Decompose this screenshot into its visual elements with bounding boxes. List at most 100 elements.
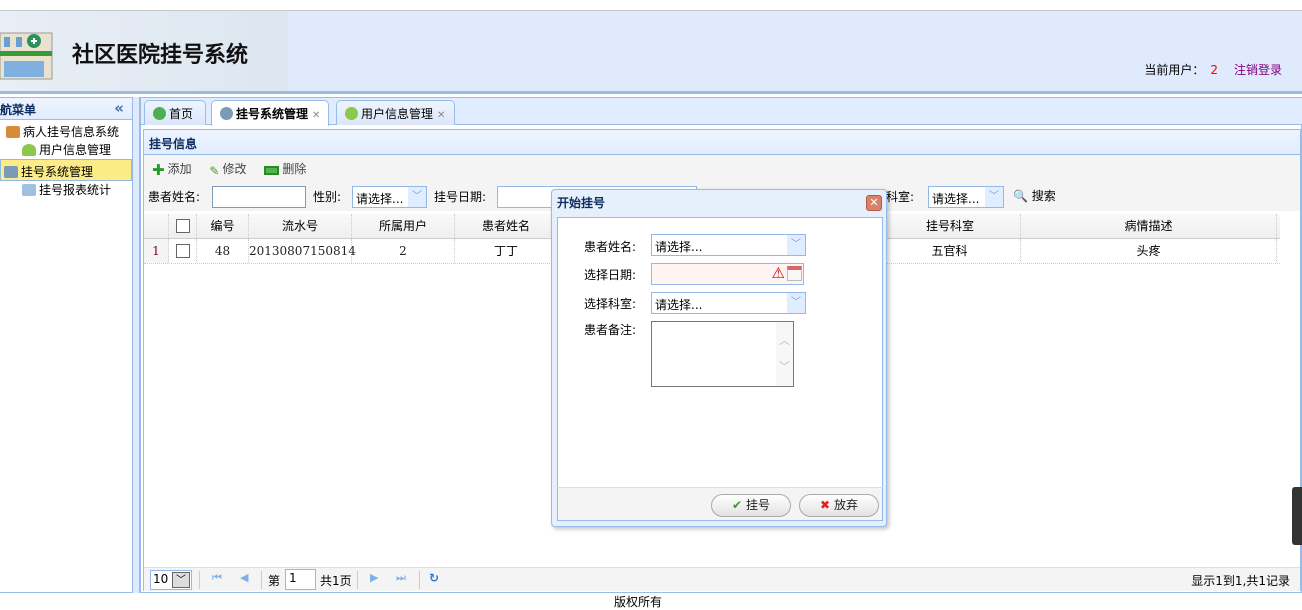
cancel-label: 放弃	[833, 498, 858, 512]
search-icon: 🔍	[1013, 189, 1028, 203]
user-icon	[22, 144, 36, 156]
current-user-label: 当前用户：	[1144, 63, 1205, 77]
calendar-icon[interactable]	[787, 266, 802, 281]
name-input[interactable]	[212, 186, 306, 208]
warning-icon: ⚠	[771, 264, 785, 282]
nav-title: 导航菜单	[0, 103, 37, 117]
delete-button[interactable]: 删除	[264, 160, 306, 177]
cell-desc: 头疼	[1021, 239, 1277, 263]
page-size-select[interactable]: 10 ﹀	[150, 570, 192, 590]
pager: 10 ﹀ ⏮ ◀ 第 1 共1页 ▶ ⏭ ↻ 显示1到1,共1记录	[144, 567, 1300, 591]
patient-name-label: 患者姓名:	[584, 240, 637, 254]
last-page-icon[interactable]: ⏭	[396, 571, 406, 585]
search-label: 搜索	[1031, 189, 1056, 203]
rownum-header	[144, 214, 169, 238]
minus-icon	[264, 166, 280, 175]
user-info: 当前用户： 2 注销登录	[1144, 61, 1282, 78]
gender-select[interactable]: 请选择... ﹀	[352, 186, 427, 208]
select-all-checkbox[interactable]	[169, 214, 197, 238]
patient-name-select[interactable]: 请选择... ﹀	[651, 234, 806, 256]
tab-registration-management[interactable]: 挂号系统管理 ✕	[211, 100, 329, 126]
add-button[interactable]: ✚ 添加	[152, 160, 192, 179]
date-label: 挂号日期:	[434, 190, 487, 204]
close-icon[interactable]: ✕	[437, 110, 445, 121]
home-plus-icon	[153, 107, 166, 120]
register-button[interactable]: ✔ 挂号	[711, 494, 791, 517]
close-icon[interactable]: ✕	[312, 110, 320, 121]
dialog-title: 开始挂号	[557, 196, 606, 210]
edit-button[interactable]: ✎ 修改	[209, 160, 246, 178]
chevron-down-icon: ﹀	[985, 187, 1003, 207]
column-header-user[interactable]: 所属用户	[352, 214, 455, 238]
prev-page-icon[interactable]: ◀	[240, 571, 248, 584]
splitter[interactable]	[133, 97, 140, 593]
tab-user-management[interactable]: 用户信息管理 ✕	[336, 100, 455, 125]
logout-link[interactable]: 注销登录	[1234, 63, 1282, 77]
tree-item-user-management[interactable]: 用户信息管理	[0, 141, 132, 159]
dialog-body: 患者姓名: 请选择... ﹀ 选择日期: ⚠ 选择科室: 请选择... ﹀ 患者备注…	[557, 217, 883, 488]
total-pages: 共1页	[320, 574, 352, 588]
dept-select[interactable]: 请选择... ﹀	[928, 186, 1004, 208]
tree-item-label: 挂号报表统计	[39, 183, 112, 197]
scrollbar[interactable]: ︿ ﹀	[776, 322, 793, 386]
footer: 版权所有	[613, 595, 662, 609]
tree-item-registration-management[interactable]: 挂号系统管理	[0, 159, 132, 181]
note-label: 患者备注:	[584, 323, 637, 337]
tree-item-label: 挂号系统管理	[21, 165, 94, 179]
column-header-dept[interactable]: 挂号科室	[879, 214, 1021, 238]
row-checkbox[interactable]	[169, 239, 197, 263]
search-button[interactable]: 🔍 搜索	[1013, 187, 1056, 204]
column-header-serial[interactable]: 流水号	[249, 214, 352, 238]
tab-label: 用户信息管理	[361, 107, 434, 121]
page-input[interactable]: 1	[285, 569, 316, 590]
column-header-id[interactable]: 编号	[197, 214, 249, 238]
delete-label: 删除	[282, 162, 307, 176]
tree-item-label: 用户信息管理	[39, 143, 112, 157]
current-user: 2	[1210, 63, 1218, 77]
cell-dept: 五官科	[879, 239, 1021, 263]
edit-label: 修改	[222, 162, 247, 176]
date-input[interactable]: ⚠	[651, 263, 804, 285]
cell-name: 丁丁	[455, 239, 558, 263]
patient-name-value: 请选择...	[655, 240, 703, 254]
cell-serial: 20130807150814	[249, 239, 356, 263]
tree-item-label: 病人挂号信息系统	[23, 125, 120, 139]
plus-icon: ✚	[152, 161, 165, 179]
column-header-name[interactable]: 患者姓名	[455, 214, 558, 238]
chevron-down-icon: ﹀	[787, 293, 805, 313]
folder-icon	[6, 126, 20, 138]
register-label: 挂号	[745, 498, 770, 512]
first-page-icon[interactable]: ⏮	[212, 571, 222, 585]
report-icon	[22, 184, 36, 196]
cell-user: 2	[352, 239, 455, 263]
refresh-icon[interactable]: ↻	[429, 571, 439, 585]
chevron-down-icon: ﹀	[408, 187, 426, 207]
tree-item-root[interactable]: 病人挂号信息系统	[0, 123, 132, 141]
tab-home[interactable]: 首页	[144, 100, 206, 125]
logo: 社区医院挂号系统	[0, 11, 288, 91]
nav-panel: 导航菜单 « 病人挂号信息系统 用户信息管理 挂号系统管理 挂号报表统计	[0, 97, 133, 593]
page-size-value: 10	[153, 572, 169, 586]
user-icon	[345, 107, 358, 120]
name-label: 患者姓名:	[148, 190, 201, 204]
dept-label: 科室:	[884, 188, 915, 205]
x-icon: ✖	[820, 498, 831, 512]
close-icon[interactable]: ✕	[866, 195, 882, 211]
side-scroll-handle[interactable]	[1292, 487, 1302, 545]
gear-icon	[220, 107, 233, 120]
tree-item-report[interactable]: 挂号报表统计	[0, 181, 132, 199]
dialog-footer: ✔ 挂号 ✖ 放弃	[557, 487, 883, 521]
chevron-down-icon: ﹀	[787, 235, 805, 255]
check-icon: ✔	[732, 498, 743, 512]
note-textarea[interactable]: ︿ ﹀	[651, 321, 794, 387]
next-page-icon[interactable]: ▶	[370, 571, 378, 584]
dept-select[interactable]: 请选择... ﹀	[651, 292, 806, 314]
double-chevron-left-icon[interactable]: «	[114, 99, 124, 117]
tab-label: 挂号系统管理	[236, 107, 309, 121]
panel-title: 挂号信息	[144, 130, 1300, 155]
cancel-button[interactable]: ✖ 放弃	[799, 494, 879, 517]
tab-bar: 首页 挂号系统管理 ✕ 用户信息管理 ✕	[141, 98, 1302, 126]
column-header-desc[interactable]: 病情描述	[1021, 214, 1277, 238]
pencil-icon: ✎	[209, 164, 220, 178]
chevron-down-icon: ﹀	[172, 572, 190, 588]
